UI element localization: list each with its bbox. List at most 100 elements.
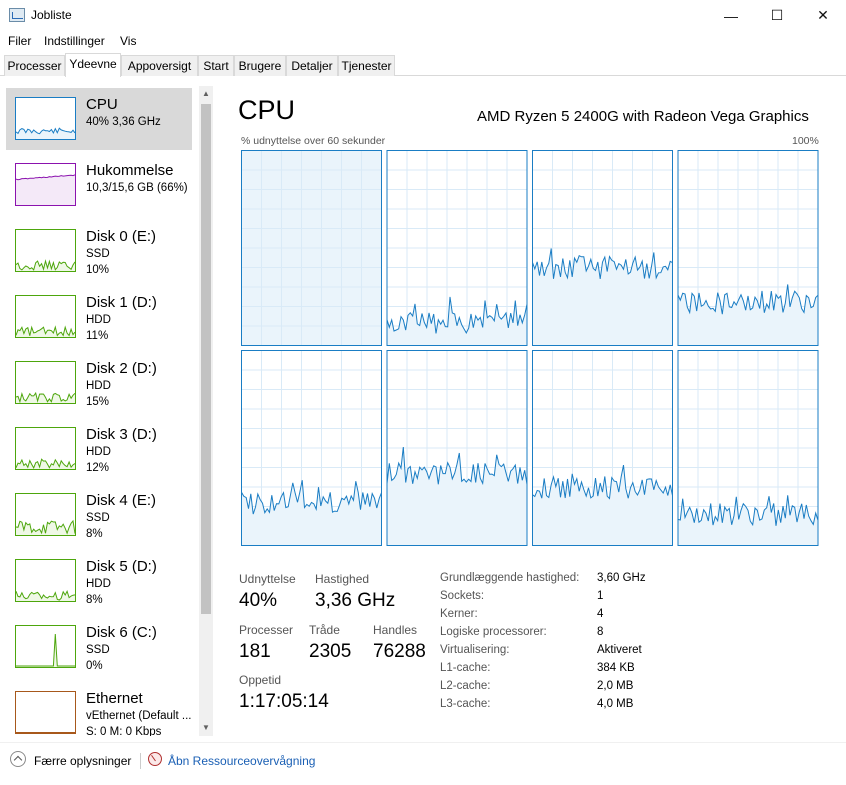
maximize-button[interactable]: ☐ xyxy=(754,0,800,31)
menu-view[interactable]: Vis xyxy=(120,34,136,48)
spec-values: 3,60 GHz 1 4 8 Aktiveret 384 KB 2,0 MB 4,0 MB xyxy=(597,569,646,713)
sidebar-thumbnail-graph xyxy=(15,427,76,470)
tab-processes[interactable]: Processer xyxy=(4,55,65,76)
tab-startup[interactable]: Start xyxy=(198,55,234,76)
sidebar-item-disk-5[interactable]: Disk 5 (D:) HDD 8% xyxy=(6,550,192,612)
sidebar-item-detail: vEthernet (Default ... xyxy=(86,710,192,722)
open-resource-monitor-link[interactable]: Åbn Ressourceovervågning xyxy=(168,754,315,768)
sidebar-item-disk-0[interactable]: Disk 0 (E:) SSD 10% xyxy=(6,220,192,282)
spec-label: Logiske processorer: xyxy=(440,626,547,638)
sidebar-item-detail: SSD xyxy=(86,644,110,656)
stat-processes: Processer 181 xyxy=(239,623,293,663)
tab-services[interactable]: Tjenester xyxy=(338,55,395,76)
spec-label: Grundlæggende hastighed: xyxy=(440,572,580,584)
spec-value: 1 xyxy=(597,590,604,602)
spec-label: L1-cache: xyxy=(440,662,491,674)
sidebar-thumbnail-graph xyxy=(15,163,76,206)
sidebar-item-text: Disk 0 (E:) SSD 10% xyxy=(86,228,156,278)
stat-threads-label: Tråde xyxy=(309,623,340,637)
menu-file[interactable]: Filer xyxy=(8,34,31,48)
cpu-core-graph-3 xyxy=(677,150,819,346)
sidebar-item-text: Disk 3 (D:) HDD 12% xyxy=(86,426,157,476)
spec-value: 8 xyxy=(597,626,604,638)
tab-app-history[interactable]: Appoversigt xyxy=(121,55,198,76)
sidebar-item-ethernet[interactable]: Ethernet vEthernet (Default ... S: 0 M: 0 … xyxy=(6,682,192,736)
cpu-model-name: AMD Ryzen 5 2400G with Radeon Vega Graph… xyxy=(477,108,809,125)
sidebar-item-detail: 8% xyxy=(86,594,103,606)
stat-utilization-label: Udnyttelse xyxy=(239,572,296,586)
scroll-up-arrow-icon[interactable]: ▲ xyxy=(199,86,213,102)
sidebar-item-text: Disk 5 (D:) HDD 8% xyxy=(86,558,157,608)
title-bar[interactable]: Jobliste — ☐ ✕ xyxy=(0,0,846,31)
tab-users[interactable]: Brugere xyxy=(234,55,286,76)
spec-value: Aktiveret xyxy=(597,644,642,656)
sidebar-item-text: Hukommelse 10,3/15,6 GB (66%) xyxy=(86,162,188,196)
sidebar-thumbnail-graph xyxy=(15,229,76,272)
sidebar-item-disk-4[interactable]: Disk 4 (E:) SSD 8% xyxy=(6,484,192,546)
sidebar-item-cpu[interactable]: CPU 40% 3,36 GHz xyxy=(6,88,192,150)
sidebar-item-detail: 11% xyxy=(86,330,109,342)
cpu-core-graph-6 xyxy=(532,350,673,546)
sidebar-thumbnail-graph xyxy=(15,295,76,338)
stat-speed-label: Hastighed xyxy=(315,572,370,586)
sidebar-item-memory[interactable]: Hukommelse 10,3/15,6 GB (66%) xyxy=(6,154,192,216)
stat-uptime: Oppetid 1:17:05:14 xyxy=(239,673,329,713)
spec-value: 4,0 MB xyxy=(597,698,634,710)
sidebar-item-name: Disk 3 (D:) xyxy=(86,426,157,443)
resource-monitor-icon[interactable] xyxy=(148,752,162,766)
tab-details[interactable]: Detaljer xyxy=(286,55,338,76)
sidebar-item-detail: HDD xyxy=(86,380,111,392)
footer-divider xyxy=(140,753,141,769)
sidebar-item-disk-2[interactable]: Disk 2 (D:) HDD 15% xyxy=(6,352,192,414)
sidebar-item-detail: HDD xyxy=(86,578,111,590)
cpu-core-graph-4 xyxy=(241,350,382,546)
sidebar-item-name: Disk 2 (D:) xyxy=(86,360,157,377)
chevron-up-icon[interactable] xyxy=(10,751,26,767)
sidebar-thumbnail-graph xyxy=(15,97,76,140)
sidebar-scrollbar[interactable]: ▲ ▼ xyxy=(199,86,213,736)
sidebar-thumbnail-graph xyxy=(15,493,76,536)
footer-bar: Færre oplysninger Åbn Ressourceovervågni… xyxy=(0,742,846,785)
sidebar-item-name: Disk 0 (E:) xyxy=(86,228,157,245)
sidebar-thumbnail-graph xyxy=(15,559,76,602)
close-button[interactable]: ✕ xyxy=(800,0,846,31)
sidebar-item-detail: HDD xyxy=(86,446,111,458)
stat-uptime-value: 1:17:05:14 xyxy=(239,691,329,712)
menu-settings[interactable]: Indstillinger xyxy=(44,34,105,48)
sidebar-item-text: Disk 4 (E:) SSD 8% xyxy=(86,492,156,542)
scrollbar-thumb[interactable] xyxy=(201,104,211,614)
resource-sidebar: CPU 40% 3,36 GHz Hukommelse 10,3/15,6 GB (6… xyxy=(4,86,213,736)
sidebar-item-name: Disk 5 (D:) xyxy=(86,558,157,575)
stat-utilization: Udnyttelse 40% xyxy=(239,572,296,612)
sidebar-item-name: Disk 1 (D:) xyxy=(86,294,157,311)
spec-value: 2,0 MB xyxy=(597,680,634,692)
spec-label: Kerner: xyxy=(440,608,478,620)
sidebar-item-disk-6[interactable]: Disk 6 (C:) SSD 0% xyxy=(6,616,192,678)
sidebar-item-name: Hukommelse xyxy=(86,162,174,179)
cpu-core-graph-1 xyxy=(386,150,528,346)
stat-utilization-value: 40% xyxy=(239,590,278,611)
sidebar-item-detail: SSD xyxy=(86,512,110,524)
stat-threads-value: 2305 xyxy=(309,641,352,662)
sidebar-item-detail: 12% xyxy=(86,462,110,474)
sidebar-item-detail: 40% 3,36 GHz xyxy=(86,116,161,128)
minimize-button[interactable]: — xyxy=(708,0,754,31)
spec-label: Sockets: xyxy=(440,590,485,602)
sidebar-item-detail: HDD xyxy=(86,314,111,326)
sidebar-item-detail: 8% xyxy=(86,528,103,540)
sidebar-item-disk-1[interactable]: Disk 1 (D:) HDD 11% xyxy=(6,286,192,348)
spec-value: 4 xyxy=(597,608,604,620)
stat-handles: Handles 76288 xyxy=(373,623,426,663)
scroll-down-arrow-icon[interactable]: ▼ xyxy=(199,720,213,736)
cpu-core-graph-2 xyxy=(532,150,673,346)
sidebar-item-text: Disk 6 (C:) SSD 0% xyxy=(86,624,157,674)
sidebar-item-disk-3[interactable]: Disk 3 (D:) HDD 12% xyxy=(6,418,192,480)
fewer-details-button[interactable]: Færre oplysninger xyxy=(34,754,131,768)
spec-value: 384 KB xyxy=(597,662,635,674)
tab-performance[interactable]: Ydeevne xyxy=(65,53,121,77)
stat-processes-label: Processer xyxy=(239,623,294,637)
sidebar-thumbnail-graph xyxy=(15,625,76,668)
spec-label: L2-cache: xyxy=(440,680,491,692)
page-title: CPU xyxy=(238,95,296,125)
cpu-core-graph-5 xyxy=(386,350,528,546)
